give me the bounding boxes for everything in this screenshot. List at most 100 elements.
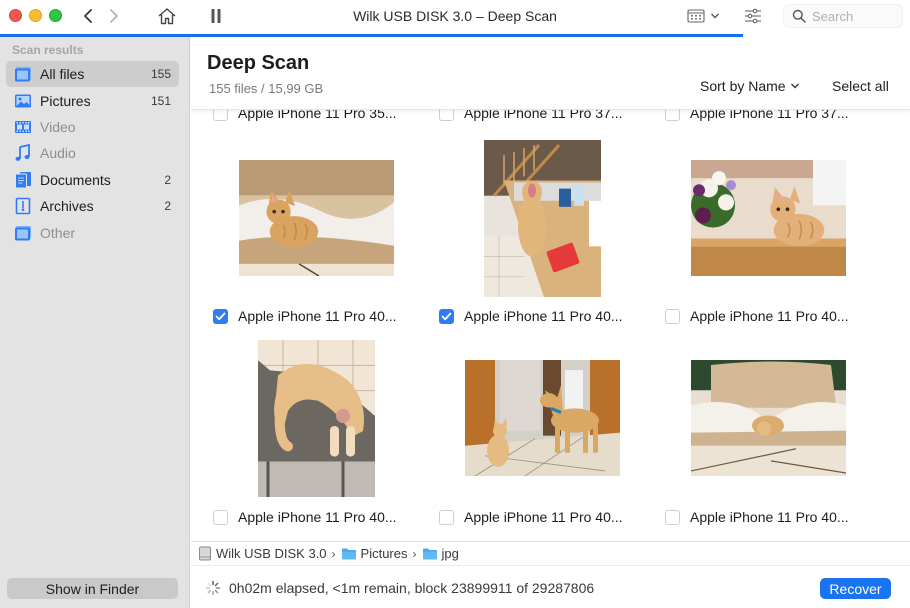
crumb-drive-label: Wilk USB DISK 3.0 xyxy=(216,546,327,561)
chevron-right-icon xyxy=(110,9,118,23)
file-name: Apple iPhone 11 Pro 40... xyxy=(690,509,849,525)
minimize-window-button[interactable] xyxy=(29,9,42,22)
other-icon xyxy=(14,224,32,242)
file-select-label[interactable]: Apple iPhone 11 Pro 35... xyxy=(213,110,397,123)
folder-icon xyxy=(341,548,356,560)
file-select-label[interactable]: Apple iPhone 11 Pro 40... xyxy=(439,507,623,527)
file-checkbox[interactable] xyxy=(665,509,680,525)
file-name: Apple iPhone 11 Pro 40... xyxy=(464,308,623,324)
file-name: Apple iPhone 11 Pro 35... xyxy=(238,110,397,121)
sidebar-item-count: 151 xyxy=(150,93,171,108)
file-thumbnail[interactable] xyxy=(257,340,375,497)
file-checkbox[interactable] xyxy=(439,509,454,525)
drive-icon xyxy=(199,546,211,561)
page-title: Deep Scan xyxy=(207,52,310,74)
sidebar-item-count: 2 xyxy=(164,199,171,214)
file-summary: 155 files / 15,99 GB xyxy=(209,81,324,96)
file-thumbnail[interactable] xyxy=(690,360,846,476)
forward-button[interactable] xyxy=(106,6,122,26)
calendar-view-icon xyxy=(686,9,705,23)
sidebar-item-label: Archives xyxy=(40,198,94,215)
crumb-drive[interactable]: Wilk USB DISK 3.0 xyxy=(198,546,327,561)
sidebar-item-audio[interactable]: Audio xyxy=(6,140,179,166)
file-select-label[interactable]: Apple iPhone 11 Pro 40... xyxy=(665,306,849,326)
documents-icon xyxy=(14,171,32,189)
file-name: Apple iPhone 11 Pro 40... xyxy=(238,308,397,324)
home-icon xyxy=(158,8,176,25)
chevron-down-icon xyxy=(790,83,799,89)
file-grid[interactable]: Apple iPhone 11 Pro 35... Apple iPhone 11… xyxy=(191,110,910,540)
sidebar: Scan results All files 155 Pictures 151 Vide… xyxy=(0,37,190,608)
file-select-label[interactable]: Apple iPhone 11 Pro 40... xyxy=(213,306,397,326)
chevron-left-icon xyxy=(84,9,92,23)
chevron-down-icon xyxy=(710,13,719,19)
file-select-label[interactable]: Apple iPhone 11 Pro 40... xyxy=(213,507,397,527)
file-thumbnail[interactable] xyxy=(464,360,620,476)
file-checkbox[interactable] xyxy=(665,308,680,324)
sidebar-item-pictures[interactable]: Pictures 151 xyxy=(6,87,179,113)
file-checkbox[interactable] xyxy=(439,308,454,324)
file-checkbox[interactable] xyxy=(439,110,454,121)
view-mode-dropdown[interactable] xyxy=(685,6,721,26)
sidebar-item-documents[interactable]: Documents 2 xyxy=(6,167,179,193)
close-window-button[interactable] xyxy=(9,9,22,22)
sidebar-item-label: Other xyxy=(40,224,76,241)
file-name: Apple iPhone 11 Pro 40... xyxy=(690,308,849,324)
checkmark-icon xyxy=(215,312,226,320)
zoom-window-button[interactable] xyxy=(49,9,62,22)
sort-dropdown[interactable]: Sort by Name xyxy=(700,78,800,94)
recover-button[interactable]: Recover xyxy=(820,578,891,599)
search-field[interactable] xyxy=(783,4,903,28)
file-select-label[interactable]: Apple iPhone 11 Pro 37... xyxy=(665,110,849,123)
file-name: Apple iPhone 11 Pro 37... xyxy=(690,110,849,121)
filter-button[interactable] xyxy=(743,6,763,26)
crumb-jpg[interactable]: jpg xyxy=(422,546,459,561)
scan-results-list: All files 155 Pictures 151 Video Audio Documen… xyxy=(6,61,179,246)
scan-status-text: 0h02m elapsed, <1m remain, block 2389991… xyxy=(229,579,595,596)
search-icon xyxy=(792,9,806,23)
sidebar-item-count: 155 xyxy=(150,67,171,82)
crumb-pictures[interactable]: Pictures xyxy=(341,546,408,561)
sidebar-item-video[interactable]: Video xyxy=(6,114,179,140)
title-bar: Wilk USB DISK 3.0 – Deep Scan xyxy=(0,0,910,37)
status-bar: 0h02m elapsed, <1m remain, block 2389991… xyxy=(191,567,910,608)
file-thumbnail[interactable] xyxy=(690,160,846,276)
file-select-label[interactable]: Apple iPhone 11 Pro 40... xyxy=(665,507,849,527)
home-button[interactable] xyxy=(156,6,178,26)
sidebar-item-label: All files xyxy=(40,66,85,83)
file-thumbnail[interactable] xyxy=(483,140,601,297)
sidebar-item-label: Audio xyxy=(40,145,76,162)
back-button[interactable] xyxy=(80,6,96,26)
window-title: Wilk USB DISK 3.0 – Deep Scan xyxy=(353,8,557,24)
file-name: Apple iPhone 11 Pro 37... xyxy=(464,110,623,121)
file-select-label[interactable]: Apple iPhone 11 Pro 40... xyxy=(439,306,623,326)
sidebar-item-label: Video xyxy=(40,118,76,135)
sort-label: Sort by Name xyxy=(700,78,786,94)
sidebar-item-label: Pictures xyxy=(40,92,91,109)
file-name: Apple iPhone 11 Pro 40... xyxy=(464,509,623,525)
sidebar-item-archives[interactable]: Archives 2 xyxy=(6,193,179,219)
pictures-icon xyxy=(14,92,32,110)
file-checkbox[interactable] xyxy=(665,110,680,121)
select-all-button[interactable]: Select all xyxy=(832,78,889,94)
main-panel: Deep Scan 155 files / 15,99 GB Sort by N… xyxy=(191,37,910,608)
crumb-pictures-label: Pictures xyxy=(360,546,408,561)
breadcrumb-separator: › xyxy=(331,546,336,561)
pause-icon xyxy=(211,9,221,23)
search-input[interactable] xyxy=(812,8,897,24)
sidebar-item-label: Documents xyxy=(40,171,111,188)
breadcrumb-separator: › xyxy=(412,546,417,561)
all-files-icon xyxy=(14,65,32,83)
show-in-finder-button[interactable]: Show in Finder xyxy=(7,578,178,599)
pause-button[interactable] xyxy=(208,6,224,26)
file-select-label[interactable]: Apple iPhone 11 Pro 37... xyxy=(439,110,623,123)
sidebar-item-other[interactable]: Other xyxy=(6,219,179,245)
sidebar-item-all-files[interactable]: All files 155 xyxy=(6,61,179,88)
file-checkbox[interactable] xyxy=(213,509,228,525)
video-icon xyxy=(14,118,32,136)
file-checkbox[interactable] xyxy=(213,308,228,324)
audio-icon xyxy=(14,144,32,162)
file-checkbox[interactable] xyxy=(213,110,228,121)
path-bar: Wilk USB DISK 3.0 › Pictures › jpg xyxy=(191,541,910,566)
file-thumbnail[interactable] xyxy=(238,160,394,276)
